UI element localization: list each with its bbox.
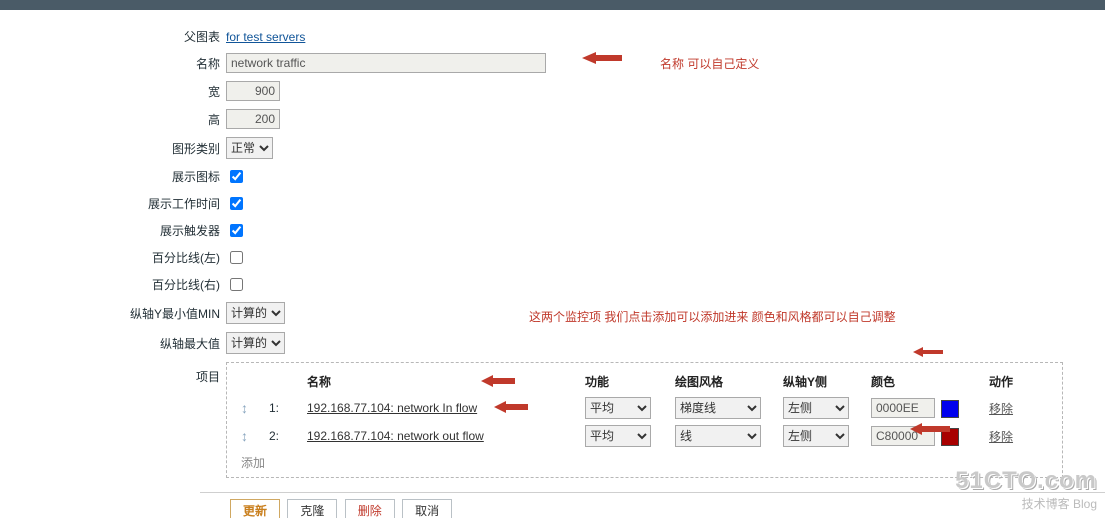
func-select[interactable]: 平均 [585,397,651,419]
ymax-label: 纵轴最大值 [60,328,226,358]
yside-select[interactable]: 左侧 [783,425,849,447]
col-actions: 动作 [985,369,1052,394]
watermark-sub: 技术博客 Blog [955,495,1097,512]
graphtype-label: 图形类别 [60,133,226,163]
item-name-link[interactable]: 192.168.77.104: network out flow [307,429,484,443]
worktime-checkbox[interactable] [230,197,243,210]
color-swatch[interactable] [941,400,959,418]
col-func: 功能 [581,369,671,394]
drawstyle-select[interactable]: 梯度线 [675,397,761,419]
row-index: 2: [265,422,303,450]
watermark: 51CTO.com 技术博客 Blog [955,467,1097,512]
graphtype-select[interactable]: 正常 [226,137,273,159]
table-row: ↕ 1: 192.168.77.104: network In flow 平均 … [237,394,1052,422]
yside-select[interactable]: 左侧 [783,397,849,419]
row-index: 1: [265,394,303,422]
arrow-icon [910,422,950,436]
name-label: 名称 [60,49,226,77]
width-label: 宽 [60,77,226,105]
arrow-icon [913,346,943,358]
color-input[interactable] [871,398,935,418]
ymin-label: 纵轴Y最小值MIN [60,298,226,328]
arrow-icon [481,374,515,388]
col-yside: 纵轴Y侧 [779,369,867,394]
width-input[interactable] [226,81,280,101]
ymin-select[interactable]: 计算的 [226,302,285,324]
legend-checkbox[interactable] [230,170,243,183]
pct-right-label: 百分比线(右) [60,271,226,298]
pct-left-label: 百分比线(左) [60,244,226,271]
graph-form: 父图表 for test servers 名称 宽 高 图形类别 正常 展示图标 [0,10,1105,518]
delete-button[interactable]: 删除 [345,499,395,518]
drawstyle-select[interactable]: 线 [675,425,761,447]
add-item-link[interactable]: 添加 [237,450,265,471]
remove-link[interactable]: 移除 [989,402,1013,416]
worktime-label: 展示工作时间 [60,190,226,217]
item-name-link[interactable]: 192.168.77.104: network In flow [307,401,477,415]
remove-link[interactable]: 移除 [989,430,1013,444]
name-input[interactable] [226,53,546,73]
items-box: 名称 功能 绘图风格 纵轴Y侧 颜色 动作 ↕ [226,362,1063,478]
triggers-label: 展示触发器 [60,217,226,244]
clone-button[interactable]: 克隆 [287,499,337,518]
update-button[interactable]: 更新 [230,499,280,518]
func-select[interactable]: 平均 [585,425,651,447]
legend-label: 展示图标 [60,163,226,190]
annotation-items: 这两个监控项 我们点击添加可以添加进来 颜色和风格都可以自己调整 [529,308,896,325]
col-color: 颜色 [867,369,985,394]
ymax-select[interactable]: 计算的 [226,332,285,354]
height-label: 高 [60,105,226,133]
items-label: 项目 [60,358,226,482]
col-draw: 绘图风格 [671,369,779,394]
cancel-button[interactable]: 取消 [402,499,452,518]
height-input[interactable] [226,109,280,129]
watermark-big: 51CTO.com [955,467,1097,495]
top-bar [0,0,1105,10]
pct-right-checkbox[interactable] [230,278,243,291]
annotation-name: 名称 可以自己定义 [660,55,759,72]
drag-handle-icon[interactable]: ↕ [241,429,248,443]
triggers-checkbox[interactable] [230,224,243,237]
drag-handle-icon[interactable]: ↕ [241,401,248,415]
arrow-icon [494,400,528,414]
col-name: 名称 [303,369,581,394]
arrow-icon [582,50,622,66]
parent-graph-link[interactable]: for test servers [226,30,305,44]
pct-left-checkbox[interactable] [230,251,243,264]
parent-graph-label: 父图表 [60,24,226,49]
